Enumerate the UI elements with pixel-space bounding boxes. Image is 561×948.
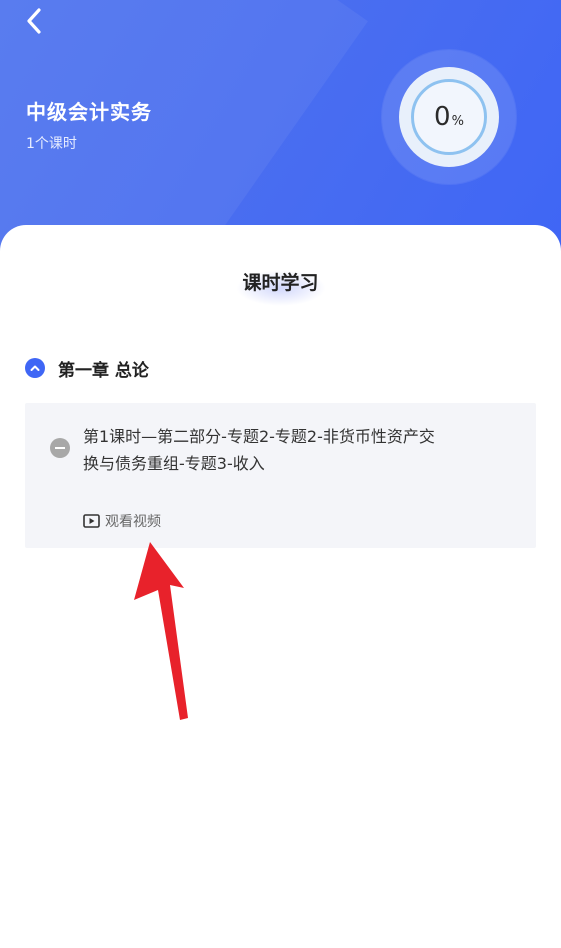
play-video-icon <box>83 514 100 528</box>
section-title: 课时学习 <box>242 272 319 294</box>
watch-video-label: 观看视频 <box>105 514 161 530</box>
lesson-count: 1个课时 <box>26 136 77 152</box>
course-title: 中级会计实务 <box>26 100 152 124</box>
progress-readout: 0 % <box>414 82 484 152</box>
chevron-up-icon[interactable] <box>25 358 45 378</box>
progress-ring: 0 % <box>411 79 487 155</box>
lesson-item[interactable]: 第1课时—第二部分-专题2-专题2-非货币性资产交换与债务重组-专题3-收入 观… <box>25 403 536 548</box>
progress-circle: 0 % <box>382 50 516 184</box>
content-panel <box>0 225 561 948</box>
progress-value: 0 <box>434 102 451 132</box>
progress-unit: % <box>451 113 464 129</box>
back-arrow-icon[interactable] <box>20 6 50 36</box>
minus-circle-icon <box>50 438 70 458</box>
chapter-title: 第一章 总论 <box>58 360 149 381</box>
course-header: 中级会计实务 1个课时 0 % <box>0 0 561 260</box>
red-arrow-annotation <box>134 542 188 720</box>
lesson-title[interactable]: 第1课时—第二部分-专题2-专题2-非货币性资产交换与债务重组-专题3-收入 <box>83 423 443 477</box>
header-decoration <box>0 0 368 260</box>
watch-video-button[interactable]: 观看视频 <box>83 511 161 531</box>
progress-circle-inner: 0 % <box>399 67 499 167</box>
chapter-header[interactable]: 第一章 总论 <box>25 356 149 381</box>
